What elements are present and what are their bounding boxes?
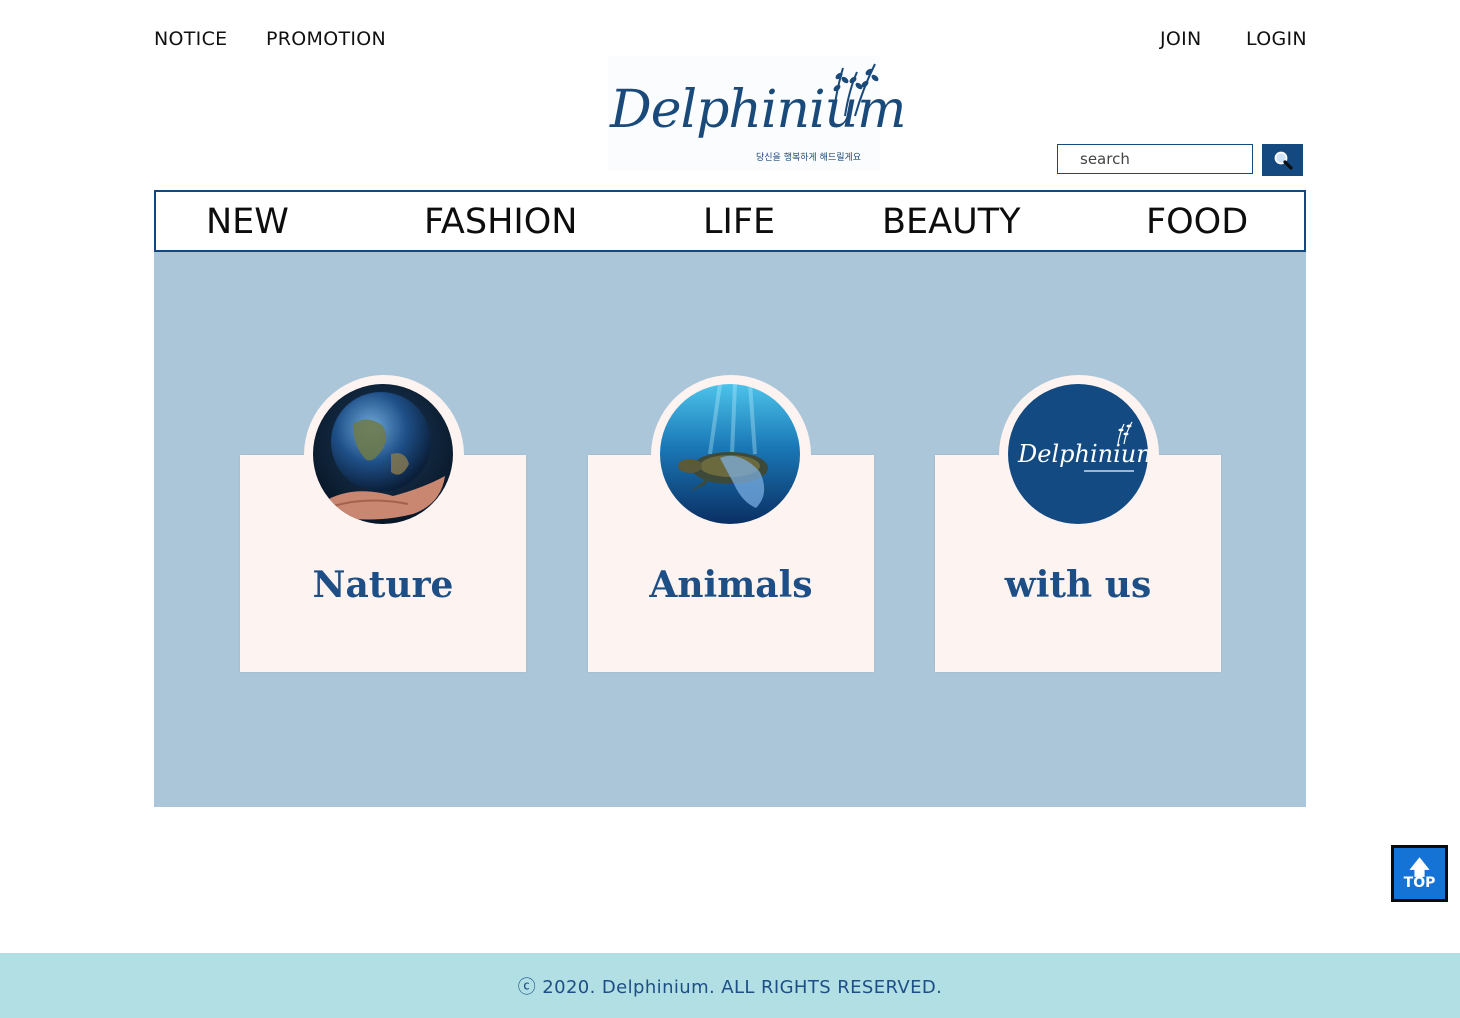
search-button[interactable] (1262, 144, 1303, 176)
promotion-link[interactable]: PROMOTION (266, 28, 386, 50)
nav-item-fashion[interactable]: FASHION (424, 202, 577, 242)
sea-turtle-image (660, 384, 800, 524)
nav-item-new[interactable]: NEW (206, 202, 289, 242)
join-link[interactable]: JOIN (1160, 28, 1202, 50)
search-input[interactable] (1057, 144, 1253, 174)
delphinium-logo-image: Delphinium (1008, 384, 1148, 524)
card-image-frame (304, 375, 464, 535)
search-icon (1274, 151, 1293, 170)
card-title-with-us: with us (1004, 564, 1152, 606)
site-logo[interactable]: Delphinium 당신을 행복하게 해드릴게요 (608, 56, 906, 170)
copyright-text: ⓒ 2020. Delphinium. ALL RIGHTS RESERVED. (517, 976, 943, 998)
login-link[interactable]: LOGIN (1246, 28, 1307, 50)
nav-item-beauty[interactable]: BEAUTY (882, 202, 1020, 242)
nav-item-life[interactable]: LIFE (703, 202, 775, 242)
logo-tagline: 당신을 행복하게 해드릴게요 (756, 153, 862, 163)
card-image-frame: Delphinium (999, 375, 1159, 535)
earth-in-hand-image (313, 384, 453, 524)
card-title-nature: Nature (312, 564, 454, 606)
notice-link[interactable]: NOTICE (154, 28, 227, 50)
main-nav: NEW FASHION LIFE BEAUTY FOOD (154, 190, 1306, 252)
card-title-animals: Animals (649, 564, 813, 606)
arrow-up-icon: 🡅 (1409, 854, 1430, 879)
hero-banner: Delphinium Nature Animals with us (154, 252, 1306, 807)
scroll-top-button[interactable]: 🡅 TOP (1391, 845, 1448, 902)
card-image-frame (651, 375, 811, 535)
logo-text: Delphinium (610, 80, 906, 140)
footer: ⓒ 2020. Delphinium. ALL RIGHTS RESERVED. (0, 953, 1460, 1018)
svg-text:Delphinium: Delphinium (1017, 440, 1148, 468)
nav-item-food[interactable]: FOOD (1146, 202, 1248, 242)
top-label: TOP (1403, 874, 1436, 891)
